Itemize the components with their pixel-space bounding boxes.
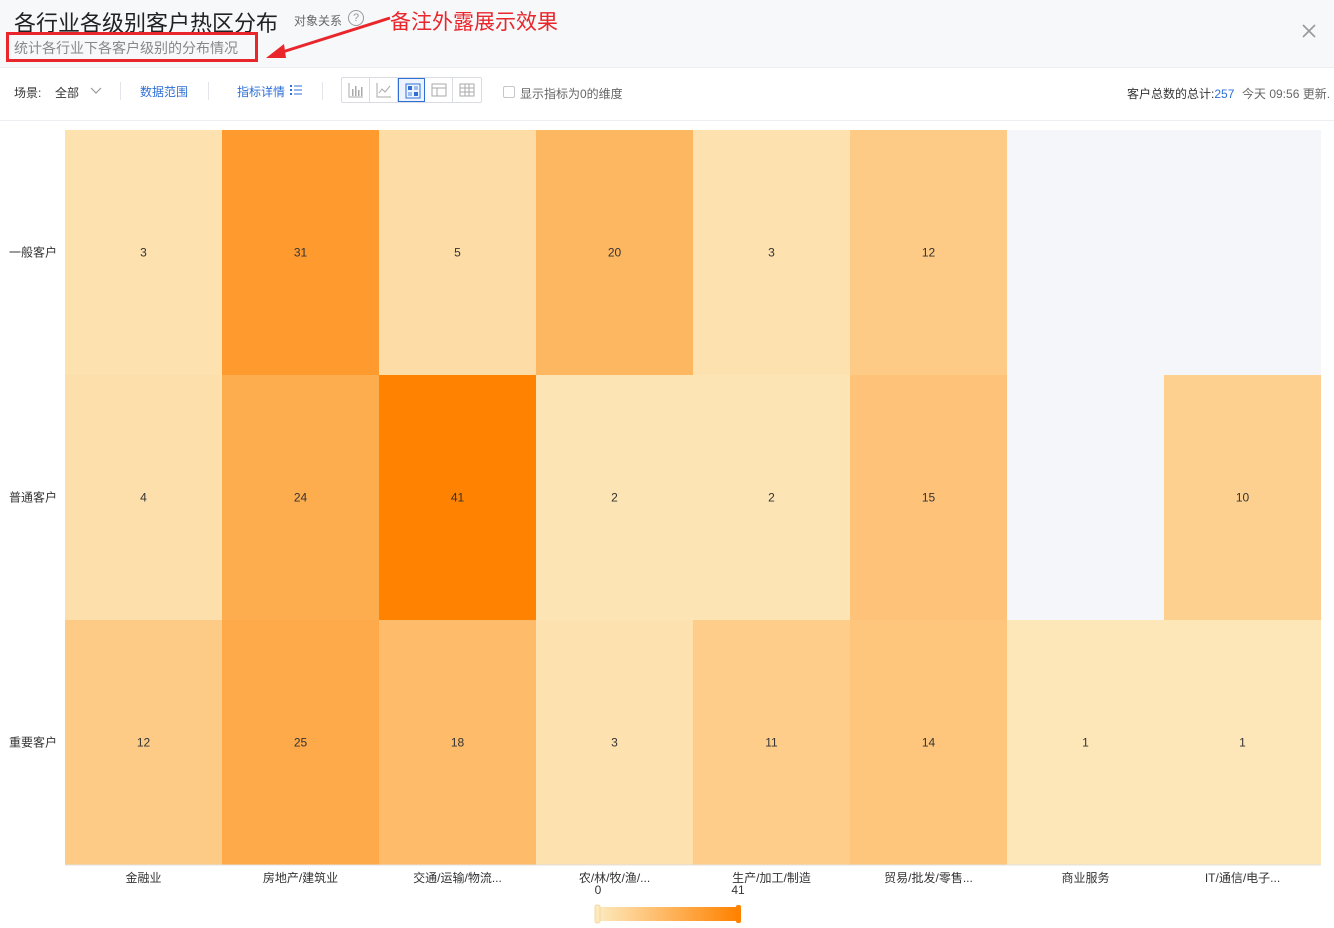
heatmap-cell[interactable] [1007,130,1164,375]
line-chart-button[interactable] [370,78,398,102]
toolbar-divider [120,82,121,100]
cell-value-label: 14 [922,736,936,750]
x-axis-label: 农/林/牧/渔/... [579,871,650,885]
summary-table-button[interactable] [425,78,454,102]
x-axis-label: 房地产/建筑业 [263,870,338,885]
heatmap-chart-button[interactable] [397,78,426,102]
x-axis-label: IT/通信/电子... [1205,871,1280,885]
heatmap-cell[interactable] [1007,375,1164,620]
visual-map-min-handle[interactable] [594,904,601,924]
y-axis-label: 一般客户 [9,245,57,260]
cell-value-label: 24 [294,491,308,505]
indicator-detail-button[interactable]: 指标详情 [237,83,285,100]
list-icon[interactable] [290,84,302,96]
cell-value-label: 1 [1082,736,1089,750]
cell-value-label: 10 [1236,491,1250,505]
close-icon[interactable] [1300,22,1318,40]
grid-table-button[interactable] [453,78,481,102]
table-icon [431,83,447,97]
update-time: 今天 09:56 更新. [1242,87,1331,101]
chevron-down-icon[interactable] [90,86,102,96]
heatmap-panel: 各行业各级别客户热区分布 对象关系 ? 备注外露展示效果 统计各行业下各客户级别… [0,0,1334,928]
chart-type-switcher [341,77,482,103]
cell-value-label: 41 [451,491,465,505]
total-summary: 客户总数的总计:257 [1127,85,1234,102]
cell-value-label: 12 [922,246,936,260]
visual-map-min-label: 0 [595,883,602,897]
show-zero-label: 显示指标为0的维度 [520,87,623,101]
cell-value-label: 3 [768,246,775,260]
bar-chart-icon [348,83,363,98]
cell-value-label: 2 [768,491,775,505]
y-axis-label: 重要客户 [9,735,57,750]
cell-value-label: 25 [294,736,308,750]
annotation-note: 备注外露展示效果 [390,11,558,34]
x-axis-label: 商业服务 [1061,870,1109,885]
visual-map-max-label: 41 [731,883,745,897]
toolbar-divider [322,82,323,100]
line-chart-icon [376,83,391,98]
total-label: 客户总数的总计: [1127,87,1215,101]
cell-value-label: 11 [765,736,778,750]
cell-value-label: 5 [454,246,461,260]
cell-value-label: 12 [137,736,151,750]
panel-header: 各行业各级别客户热区分布 对象关系 ? 备注外露展示效果 统计各行业下各客户级别… [0,0,1334,68]
cell-value-label: 4 [140,491,147,505]
data-range-button[interactable]: 数据范围 [140,83,188,100]
grid-icon [459,83,475,97]
cell-value-label: 15 [922,491,936,505]
cell-value-label: 18 [451,736,465,750]
heatmap-chart: 3 31 5 20 3 124 24 41 2 2 15 1012 25 18 3 11 14 1 1一般客户普通客… [9,130,1321,924]
cell-value-label: 31 [294,246,308,260]
scene-label: 场景: [14,86,42,100]
total-value: 257 [1214,87,1235,101]
x-axis-label: 贸易/批发/零售... [884,870,973,885]
page-subtitle: 统计各行业下各客户级别的分布情况 [14,40,238,56]
annotation-arrow-icon [266,16,391,58]
toolbar: 场景: 全部 数据范围 指标详情 显示指标为0的维度 客户总数的总计:257 今… [0,68,1334,121]
y-axis-label: 普通客户 [9,490,57,505]
bar-chart-button[interactable] [342,78,370,102]
heatmap-icon [405,83,421,99]
scene-select[interactable]: 全部 [55,84,79,101]
show-zero-checkbox[interactable] [503,86,515,98]
visual-map-bar [598,907,738,921]
cell-value-label: 3 [611,736,618,750]
cell-value-label: 1 [1239,736,1246,750]
x-axis-label: 交通/运输/物流... [413,870,502,885]
toolbar-divider [208,82,209,100]
x-axis-label: 金融业 [125,870,161,885]
cell-value-label: 20 [608,246,622,260]
cell-value-label: 3 [140,246,147,260]
visual-map-max-handle[interactable] [736,905,741,923]
cell-value-label: 2 [611,491,618,505]
heatmap-cell[interactable] [1164,130,1321,375]
